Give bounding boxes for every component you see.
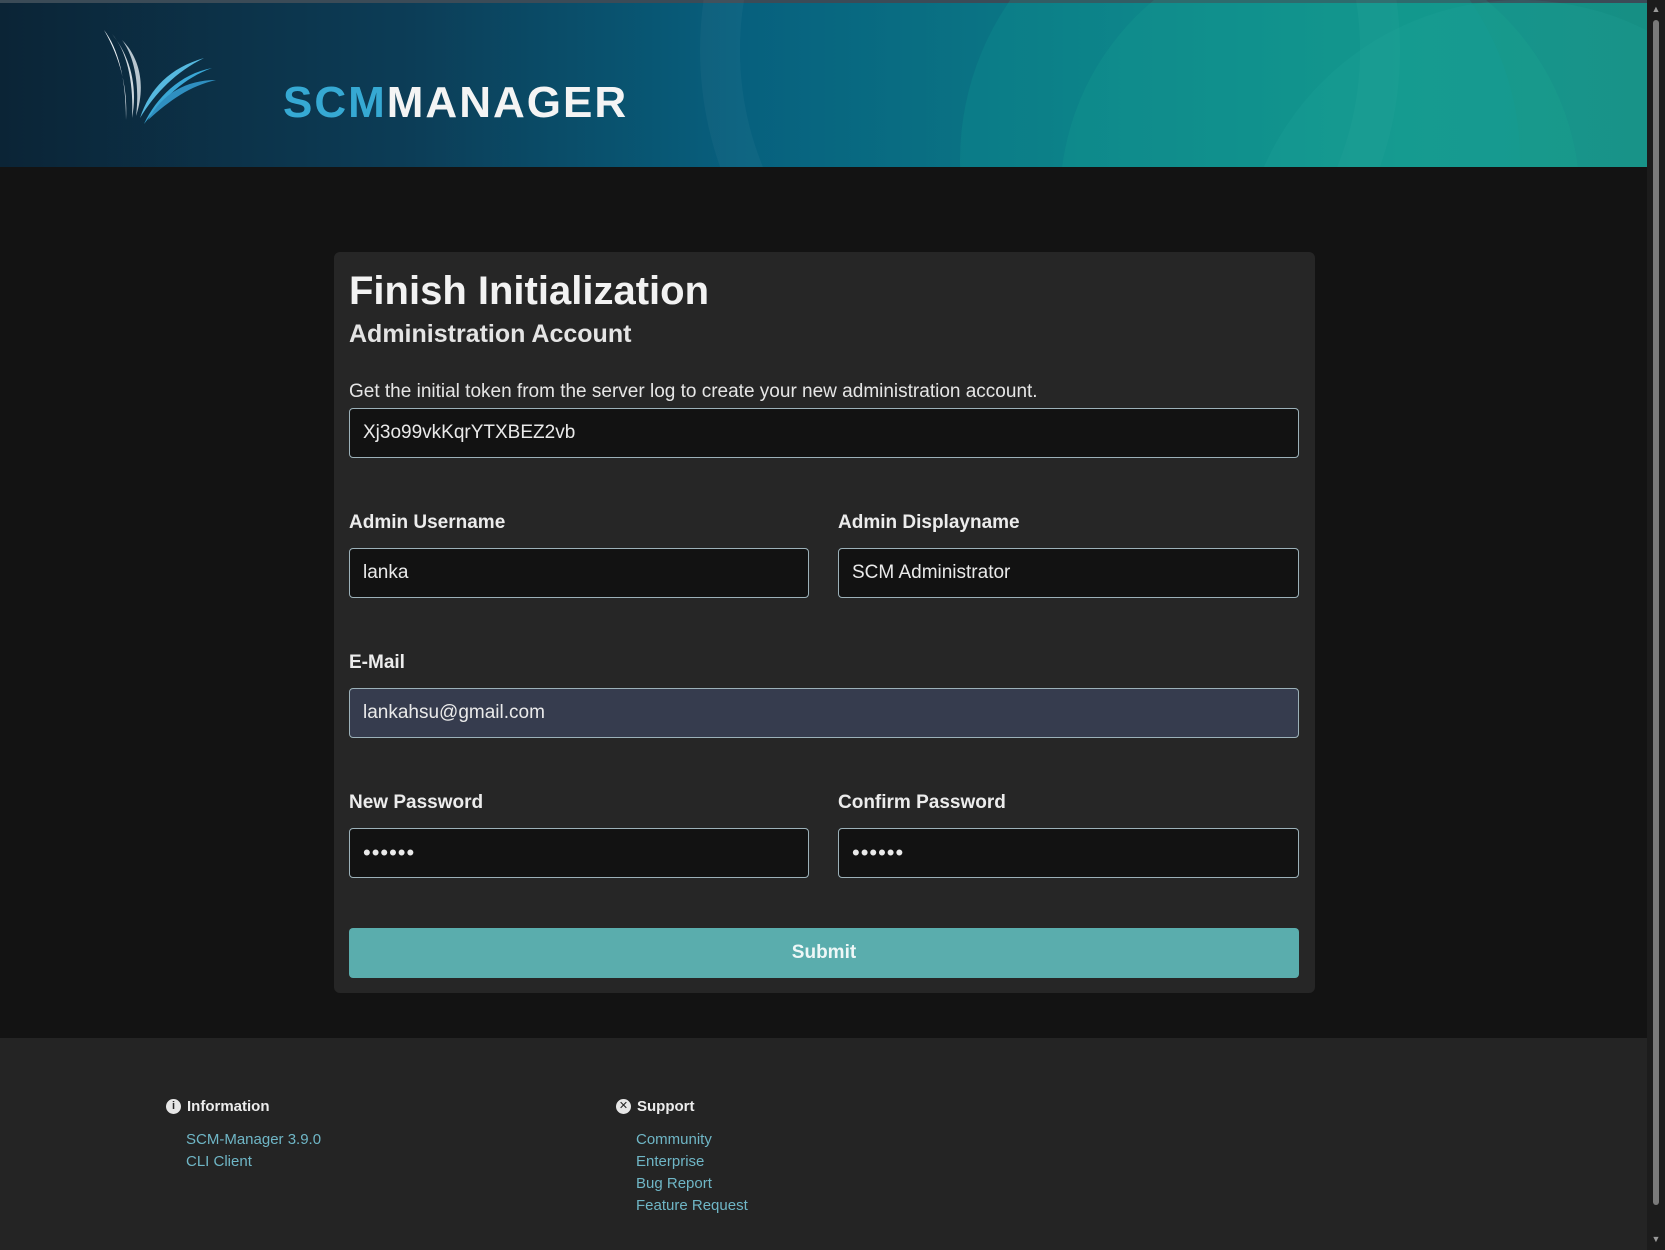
footer-link-feature-request[interactable]: Feature Request — [636, 1195, 748, 1217]
scroll-up-icon[interactable]: ▲ — [1651, 4, 1661, 14]
logo-wordmark: SCMMANAGER — [283, 78, 628, 128]
footer-information-section: i Information SCM-Manager 3.9.0 CLI Clie… — [166, 1098, 321, 1173]
logo-manager-text: MANAGER — [386, 78, 629, 127]
page-title: Finish Initialization — [349, 269, 709, 313]
footer-information-heading: i Information — [166, 1098, 321, 1115]
page-subtitle: Administration Account — [349, 320, 632, 348]
username-input[interactable]: lanka — [349, 548, 809, 598]
vertical-scrollbar[interactable]: ▲ ▼ — [1647, 0, 1665, 1250]
scm-manager-logo[interactable]: SCMMANAGER — [100, 28, 626, 132]
displayname-input[interactable]: SCM Administrator — [838, 548, 1299, 598]
scrollbar-thumb[interactable] — [1653, 20, 1659, 1205]
new-password-input[interactable]: •••••• — [349, 828, 809, 878]
lifebuoy-icon: ✕ — [616, 1099, 631, 1114]
submit-button[interactable]: Submit — [349, 928, 1299, 978]
info-icon: i — [166, 1099, 181, 1114]
confirm-password-input[interactable]: •••••• — [838, 828, 1299, 878]
footer-support-section: ✕ Support Community Enterprise Bug Repor… — [616, 1098, 748, 1217]
username-label: Admin Username — [349, 512, 506, 533]
scroll-down-icon[interactable]: ▼ — [1651, 1234, 1661, 1244]
support-heading-text: Support — [637, 1098, 695, 1115]
footer-link-enterprise[interactable]: Enterprise — [636, 1151, 748, 1173]
initialization-form: Finish Initialization Administration Acc… — [334, 252, 1315, 993]
footer-link-bug-report[interactable]: Bug Report — [636, 1173, 748, 1195]
footer-support-heading: ✕ Support — [616, 1098, 748, 1115]
footer-link-version[interactable]: SCM-Manager 3.9.0 — [186, 1129, 321, 1151]
information-heading-text: Information — [187, 1098, 270, 1115]
confirm-password-label: Confirm Password — [838, 792, 1006, 813]
token-input[interactable]: Xj3o99vkKqrYTXBEZ2vb — [349, 408, 1299, 458]
email-label: E-Mail — [349, 652, 405, 673]
page-footer: i Information SCM-Manager 3.9.0 CLI Clie… — [0, 1038, 1647, 1250]
email-input[interactable]: lankahsu@gmail.com — [349, 688, 1299, 738]
footer-link-community[interactable]: Community — [636, 1129, 748, 1151]
logo-feather-icon — [104, 30, 216, 124]
page-header: SCMMANAGER — [0, 0, 1647, 167]
displayname-label: Admin Displayname — [838, 512, 1020, 533]
token-description: Get the initial token from the server lo… — [349, 381, 1038, 402]
logo-scm-text: SCM — [283, 78, 387, 127]
new-password-label: New Password — [349, 792, 484, 813]
footer-link-cli-client[interactable]: CLI Client — [186, 1151, 321, 1173]
